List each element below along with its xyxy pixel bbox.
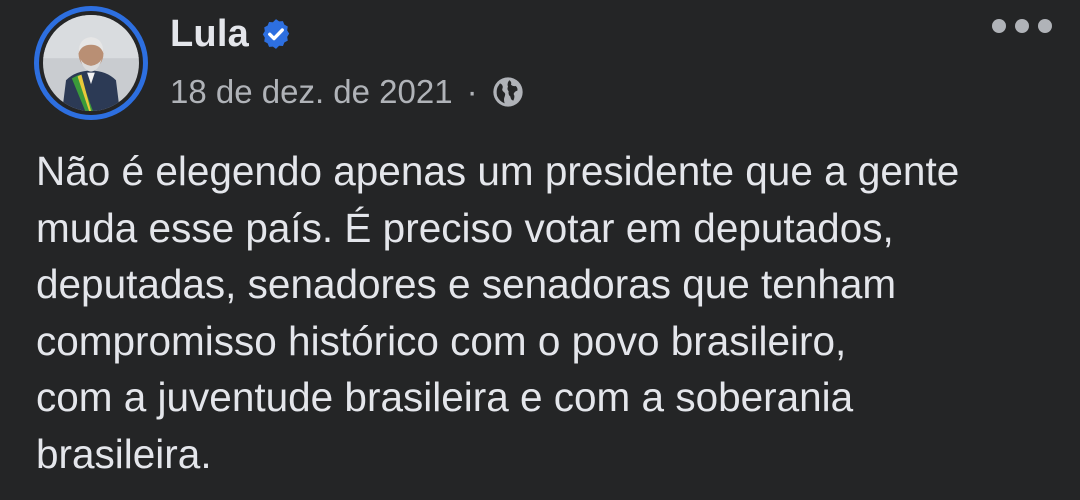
separator-dot: · bbox=[466, 73, 478, 110]
more-options-icon[interactable] bbox=[992, 8, 1052, 44]
menu-dot bbox=[1015, 19, 1029, 33]
post-header: Lula 18 de dez. de 2021 · bbox=[34, 6, 523, 120]
verified-badge-icon bbox=[262, 19, 290, 49]
globe-icon[interactable] bbox=[492, 76, 524, 108]
facebook-post: Lula 18 de dez. de 2021 · Não é elegendo… bbox=[0, 0, 1080, 500]
post-date[interactable]: 18 de dez. de 2021 bbox=[170, 73, 453, 111]
avatar[interactable] bbox=[43, 15, 139, 111]
date-row: 18 de dez. de 2021 · bbox=[170, 64, 670, 120]
post-meta: Lula 18 de dez. de 2021 · bbox=[170, 6, 670, 120]
author-name[interactable]: Lula bbox=[170, 13, 249, 56]
post-text: Não é elegendo apenas um presidente que … bbox=[36, 148, 960, 477]
menu-dot bbox=[992, 19, 1006, 33]
author-row: Lula bbox=[170, 6, 670, 62]
avatar-ring[interactable] bbox=[34, 6, 148, 120]
menu-dot bbox=[1038, 19, 1052, 33]
